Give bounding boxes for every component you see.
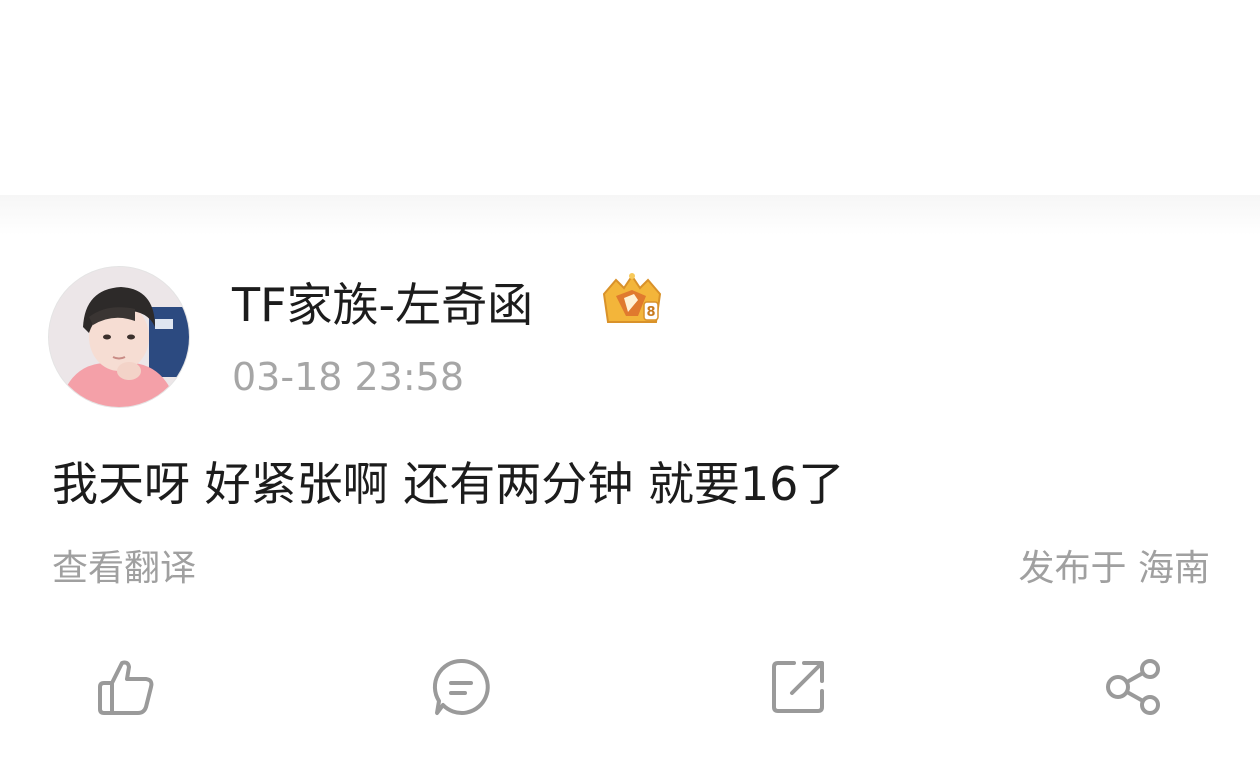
comment-icon [429,655,493,719]
username[interactable]: TF家族-左奇函 [232,274,533,336]
weibo-post-screen: TF家族-左奇函 8 03-18 23:58 我天呀 好紧张啊 还有两分钟 就要… [0,0,1260,772]
share-button[interactable] [1099,652,1169,722]
view-translation-link[interactable]: 查看翻译 [52,543,196,595]
repost-button[interactable] [763,652,833,722]
repost-icon [766,655,830,719]
divider-shadow [0,195,1260,235]
thumbs-up-icon [94,655,158,719]
post-location: 发布于 海南 [1018,548,1210,589]
post-body-text: 我天呀 好紧张啊 还有两分钟 就要16了 [52,457,845,511]
like-button[interactable] [91,652,161,722]
user-avatar[interactable] [49,267,189,407]
svg-text:8: 8 [646,305,655,320]
top-blank-area [0,0,1260,195]
crown-badge-icon[interactable]: 8 [598,272,666,330]
comment-button[interactable] [426,652,496,722]
share-icon [1102,655,1166,719]
post-timestamp: 03-18 23:58 [232,355,465,399]
